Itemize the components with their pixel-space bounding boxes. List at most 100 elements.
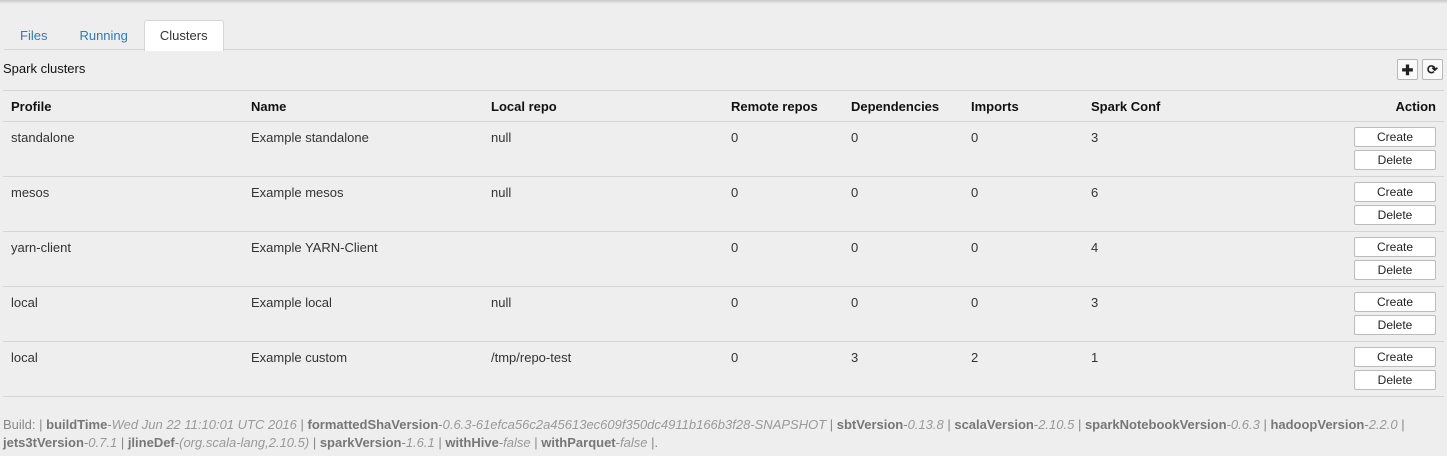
cell-local-repo: null [491, 185, 512, 200]
build-value: false [503, 435, 531, 450]
cell-action: Create Delete [1203, 342, 1444, 396]
cell-name: Example YARN-Client [251, 240, 378, 255]
build-value: 1.6.1 [405, 435, 435, 450]
table-row: yarn-client Example YARN-Client 0 0 0 4 … [3, 232, 1444, 287]
cell-profile: local [11, 350, 38, 365]
cell-spark-conf: 4 [1091, 240, 1099, 255]
cell-action: Create Delete [1203, 232, 1444, 286]
build-key: withHive [445, 435, 499, 450]
cell-action: Create Delete [1203, 177, 1444, 231]
build-value: Wed Jun 22 11:10:01 UTC 2016 [111, 417, 297, 432]
cell-dependencies: 3 [851, 350, 859, 365]
cell-action: Create Delete [1203, 287, 1444, 341]
cell-name: Example custom [251, 350, 348, 365]
cell-imports: 0 [971, 185, 979, 200]
top-shadow [0, 0, 1447, 4]
build-key: hadoopVersion [1270, 417, 1365, 432]
header-action: Action [1395, 98, 1436, 114]
refresh-icon: ⟳ [1427, 62, 1438, 77]
build-key: withParquet [541, 435, 616, 450]
tab-clusters[interactable]: Clusters [143, 20, 224, 51]
build-key: scalaVersion [954, 417, 1034, 432]
cell-spark-conf: 3 [1091, 295, 1099, 310]
cell-spark-conf: 3 [1091, 130, 1099, 145]
table-header: Profile Name Local repo Remote repos Dep… [3, 91, 1444, 122]
header-local-repo: Local repo [491, 98, 557, 114]
add-cluster-button[interactable]: ✚ [1397, 59, 1418, 80]
build-value: (org.scala-lang,2.10.5) [179, 435, 310, 450]
delete-button[interactable]: Delete [1354, 315, 1436, 335]
header-remote-repos: Remote repos [731, 98, 818, 114]
build-value: 2.10.5 [1038, 417, 1075, 432]
cell-imports: 0 [971, 130, 979, 145]
delete-button[interactable]: Delete [1354, 205, 1436, 225]
build-value: 0.6.3-61efca56c2a45613ec609f350dc4911b16… [442, 417, 827, 432]
build-key: jlineDef [127, 435, 175, 450]
header-dependencies: Dependencies [851, 98, 940, 114]
plus-icon: ✚ [1401, 61, 1414, 78]
cell-remote-repos: 0 [731, 350, 739, 365]
tab-files[interactable]: Files [4, 20, 63, 50]
delete-button[interactable]: Delete [1354, 150, 1436, 170]
header-imports: Imports [971, 98, 1019, 114]
cell-name: Example mesos [251, 185, 344, 200]
header-spark-conf: Spark Conf [1091, 98, 1161, 114]
cell-remote-repos: 0 [731, 130, 739, 145]
table-row: mesos Example mesos null 0 0 0 6 Create … [3, 177, 1444, 232]
cell-name: Example standalone [251, 130, 369, 145]
build-key: sbtVersion [836, 417, 904, 432]
build-value: 0.7.1 [88, 435, 118, 450]
build-key: jets3tVersion [3, 435, 84, 450]
build-suffix: |. [651, 435, 659, 450]
cell-dependencies: 0 [851, 295, 859, 310]
cell-dependencies: 0 [851, 240, 859, 255]
cell-local-repo: /tmp/repo-test [491, 350, 572, 365]
build-value: false [619, 435, 648, 450]
cell-profile: mesos [11, 185, 50, 200]
cell-spark-conf: 1 [1091, 350, 1099, 365]
cell-local-repo: null [491, 295, 512, 310]
header-profile: Profile [11, 98, 52, 114]
cell-action: Create Delete [1203, 122, 1444, 176]
cell-dependencies: 0 [851, 185, 859, 200]
cell-dependencies: 0 [851, 130, 859, 145]
build-info: Build: | buildTime-Wed Jun 22 11:10:01 U… [3, 417, 1405, 450]
build-key: formattedShaVersion [307, 417, 439, 432]
build-value: 2.2.0 [1368, 417, 1398, 432]
cell-remote-repos: 0 [731, 295, 739, 310]
build-value: 0.13.8 [907, 417, 944, 432]
header-name: Name [251, 98, 287, 114]
create-button[interactable]: Create [1354, 237, 1436, 257]
cell-remote-repos: 0 [731, 240, 739, 255]
table-row: local Example local null 0 0 0 3 Create … [3, 287, 1444, 342]
create-button[interactable]: Create [1354, 292, 1436, 312]
cell-name: Example local [251, 295, 332, 310]
tab-bar: Files Running Clusters [4, 20, 1447, 51]
cell-local-repo [483, 232, 723, 286]
cell-imports: 2 [971, 350, 979, 365]
delete-button[interactable]: Delete [1354, 260, 1436, 280]
cell-spark-conf: 6 [1091, 185, 1099, 200]
panel-title: Spark clusters [3, 61, 86, 76]
table-row: local Example custom /tmp/repo-test 0 3 … [3, 342, 1444, 397]
cell-remote-repos: 0 [731, 185, 739, 200]
refresh-button[interactable]: ⟳ [1422, 59, 1443, 80]
build-prefix: Build: | [3, 417, 43, 432]
build-key: sparkVersion [319, 435, 402, 450]
create-button[interactable]: Create [1354, 127, 1436, 147]
table-row: standalone Example standalone null 0 0 0… [3, 122, 1444, 177]
tab-running[interactable]: Running [63, 20, 143, 50]
cell-profile: local [11, 295, 38, 310]
cell-profile: yarn-client [11, 240, 71, 255]
build-key: buildTime [46, 417, 108, 432]
build-value: 0.6.3 [1230, 417, 1260, 432]
cell-imports: 0 [971, 240, 979, 255]
cell-local-repo: null [491, 130, 512, 145]
clusters-table: Profile Name Local repo Remote repos Dep… [3, 90, 1444, 397]
cell-imports: 0 [971, 295, 979, 310]
create-button[interactable]: Create [1354, 347, 1436, 367]
cell-profile: standalone [11, 130, 75, 145]
delete-button[interactable]: Delete [1354, 370, 1436, 390]
create-button[interactable]: Create [1354, 182, 1436, 202]
build-key: sparkNotebookVersion [1084, 417, 1227, 432]
